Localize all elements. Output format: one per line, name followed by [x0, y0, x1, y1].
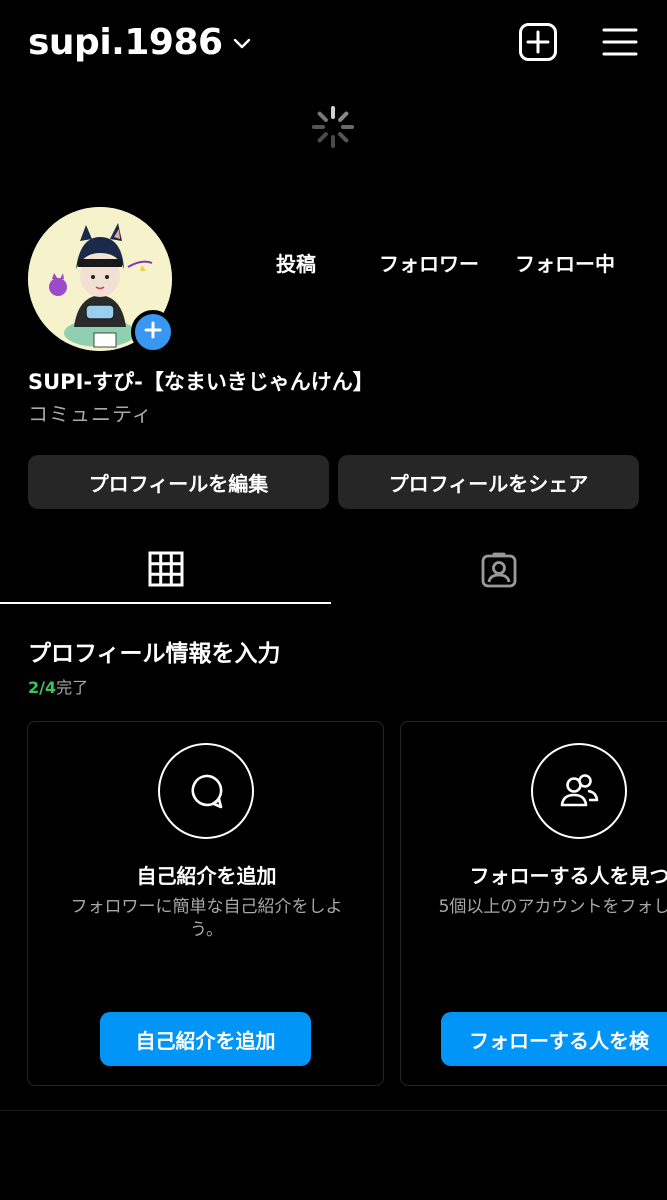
- card-description: フォロワーに簡単な自己紹介をしよう。: [70, 897, 343, 940]
- share-profile-button[interactable]: プロフィールをシェア: [338, 455, 639, 509]
- progress-label: 完了: [56, 678, 89, 697]
- profile-completion-progress: 2/4完了: [28, 674, 88, 698]
- find-people-button[interactable]: フォローする人を検: [441, 1012, 667, 1066]
- grid-icon: [148, 551, 184, 591]
- people-icon: [531, 743, 627, 839]
- menu-button[interactable]: [598, 22, 642, 66]
- tagged-person-icon: [480, 551, 518, 593]
- tab-tagged[interactable]: [331, 540, 667, 604]
- speech-bubble-icon: [158, 743, 254, 839]
- profile-completion-title: プロフィール情報を入力: [28, 641, 281, 667]
- add-bio-button[interactable]: 自己紹介を追加: [100, 1012, 311, 1066]
- progress-count: 2/4: [28, 678, 57, 697]
- top-bar: supi.1986: [0, 0, 667, 90]
- onboarding-card-follow: フォローする人を見つけ 5個以上のアカウントをフォしよう。 フォローする人を検: [400, 721, 667, 1086]
- create-post-button[interactable]: [516, 22, 560, 66]
- card-title: フォローする人を見つけ: [469, 864, 667, 888]
- add-story-button[interactable]: [131, 310, 175, 354]
- followers-stat[interactable]: フォロワー: [379, 248, 479, 277]
- spinner-icon: [311, 105, 355, 149]
- profile-category: コミュニティ: [28, 402, 153, 426]
- divider: [0, 1110, 667, 1111]
- card-title: 自己紹介を追加: [136, 864, 277, 888]
- posts-stat[interactable]: 投稿: [276, 248, 316, 277]
- edit-profile-button[interactable]: プロフィールを編集: [28, 455, 329, 509]
- plus-square-icon: [518, 22, 558, 66]
- username: supi.1986: [28, 22, 223, 63]
- plus-icon: [143, 320, 163, 344]
- profile-screen: supi.1986 投稿 フォロワー フォロー中 SUPI-すぴ-【なまいきじゃ…: [0, 0, 667, 1200]
- account-switcher[interactable]: supi.1986: [28, 22, 251, 63]
- hamburger-menu-icon: [602, 26, 638, 62]
- following-stat[interactable]: フォロー中: [515, 248, 615, 277]
- chevron-down-icon: [233, 35, 251, 54]
- display-name: SUPI-すぴ-【なまいきじゃんけん】: [28, 370, 374, 394]
- tab-posts-grid[interactable]: [0, 540, 331, 604]
- onboarding-card-bio: 自己紹介を追加 フォロワーに簡単な自己紹介をしよう。 自己紹介を追加: [27, 721, 384, 1086]
- card-description: 5個以上のアカウントをフォしよう。: [438, 897, 667, 917]
